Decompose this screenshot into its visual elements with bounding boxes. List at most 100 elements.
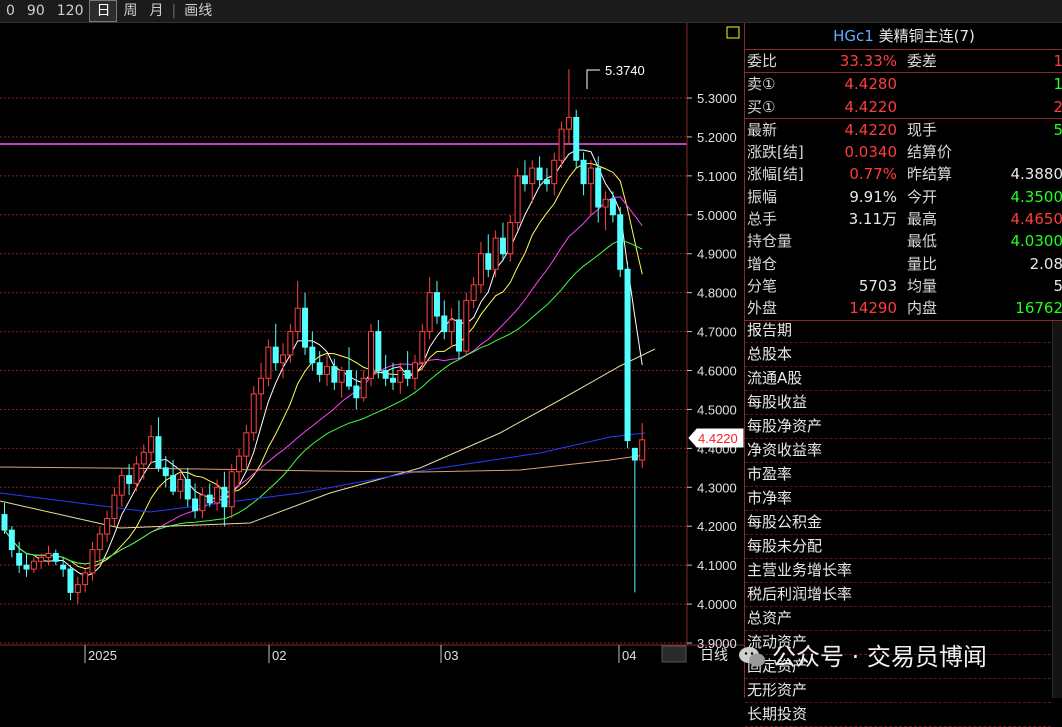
fundamental-item[interactable]: 市盈率 bbox=[745, 463, 1051, 487]
ma250-line bbox=[0, 455, 645, 472]
candle-body bbox=[544, 180, 549, 184]
fundamental-item[interactable]: 净资收益率 bbox=[745, 439, 1051, 463]
fundamental-item[interactable]: 总资产 bbox=[745, 607, 1051, 631]
daily-period-tab[interactable]: 日线 bbox=[700, 647, 728, 663]
scroll-left-button[interactable] bbox=[662, 646, 686, 662]
candle-body bbox=[361, 378, 366, 397]
candle-body bbox=[530, 168, 535, 184]
candle-body bbox=[97, 534, 102, 550]
date-label: 2025 bbox=[88, 648, 117, 663]
fundamental-item[interactable]: 流通A股 bbox=[745, 367, 1051, 391]
period-button-month[interactable]: 月 bbox=[143, 1, 169, 21]
candle-body bbox=[376, 332, 381, 371]
candle-body bbox=[383, 371, 388, 379]
candle-body bbox=[112, 495, 117, 518]
candle-body bbox=[156, 437, 161, 468]
period-button-90[interactable]: 90 bbox=[21, 1, 51, 21]
fundamental-item[interactable]: 税后利润增长率 bbox=[745, 583, 1051, 607]
kline-chart[interactable]: 5.30005.20005.10005.00004.90004.80004.70… bbox=[0, 23, 744, 698]
quote-row: 买①4.42202 bbox=[745, 96, 1062, 118]
candle-body bbox=[559, 129, 564, 160]
candle-body bbox=[46, 553, 51, 557]
candle-body bbox=[31, 561, 36, 569]
fundamental-item[interactable]: 无形资产 bbox=[745, 679, 1051, 703]
candle-body bbox=[178, 480, 183, 492]
period-button-day[interactable]: 日 bbox=[89, 0, 117, 22]
quote-value-2: 16762 bbox=[1015, 297, 1062, 319]
period-button-0[interactable]: 0 bbox=[0, 1, 21, 21]
quote-value: 0.0340 bbox=[845, 141, 898, 163]
fundamental-item[interactable]: 每股公积金 bbox=[745, 511, 1051, 535]
panel-scrollbar[interactable] bbox=[1052, 321, 1062, 698]
quote-label-2: 现手 bbox=[907, 119, 937, 141]
quote-label: 买① bbox=[747, 96, 775, 118]
candle-body bbox=[215, 487, 220, 503]
fundamental-item[interactable]: 总股本 bbox=[745, 343, 1051, 367]
candle-body bbox=[596, 168, 601, 207]
quote-value: 5703 bbox=[859, 275, 897, 297]
wechat-icon bbox=[738, 645, 766, 669]
quote-label-2: 结算价 bbox=[907, 141, 952, 163]
fundamental-item[interactable]: 每股收益 bbox=[745, 391, 1051, 415]
candle-body bbox=[405, 371, 410, 379]
chart-toolbar: 0 90 120 日 周 月 | 画线 bbox=[0, 0, 1062, 23]
quote-row: 外盘14290内盘16762 bbox=[745, 297, 1062, 319]
chart-settings-icon[interactable] bbox=[727, 27, 739, 38]
candle-body bbox=[486, 254, 491, 270]
quote-stats-section: 最新4.4220现手5涨跌[结]0.0340结算价涨幅[结]0.77%昨结算4.… bbox=[745, 119, 1062, 321]
candle-body bbox=[244, 433, 249, 456]
current-price-label: 4.4220 bbox=[698, 431, 738, 446]
candle-body bbox=[251, 394, 256, 433]
candle-body bbox=[537, 168, 542, 180]
quote-label: 卖① bbox=[747, 73, 775, 95]
candle-body bbox=[17, 553, 22, 565]
quote-row: 卖①4.42801 bbox=[745, 73, 1062, 95]
candle-body bbox=[493, 238, 498, 269]
price-label: 4.5000 bbox=[697, 402, 737, 417]
candle-body bbox=[464, 300, 469, 351]
candle-body bbox=[222, 487, 227, 506]
fundamental-item[interactable]: 主营业务增长率 bbox=[745, 559, 1051, 583]
period-button-week[interactable]: 周 bbox=[117, 1, 143, 21]
quote-row: 涨跌[结]0.0340结算价 bbox=[745, 141, 1062, 163]
high-annotation: 5.3740 bbox=[587, 63, 645, 89]
candle-body bbox=[237, 456, 242, 472]
candle-body bbox=[522, 176, 527, 184]
fundamental-item[interactable]: 报告期 bbox=[745, 319, 1051, 343]
watermark-text: 公众号 · 交易员博闻 bbox=[772, 640, 987, 674]
instrument-name: 美精铜主连(7) bbox=[879, 27, 975, 45]
ma120-line bbox=[0, 433, 645, 512]
candle-body bbox=[185, 480, 190, 499]
quote-value-2: 4.3500 bbox=[1011, 186, 1062, 208]
candle-body bbox=[53, 553, 58, 561]
candle-body bbox=[632, 448, 637, 460]
kline-chart-area[interactable]: 5.30005.20005.10005.00004.90004.80004.70… bbox=[0, 23, 744, 698]
quote-label: 增仓 bbox=[747, 253, 777, 275]
period-button-120[interactable]: 120 bbox=[51, 1, 90, 21]
candle-body bbox=[574, 117, 579, 160]
bid-ask-section: 卖①4.42801买①4.42202 bbox=[745, 73, 1062, 119]
fundamental-item[interactable]: 市净率 bbox=[745, 487, 1051, 511]
quote-label-2: 均量 bbox=[907, 275, 937, 297]
candle-body bbox=[273, 347, 278, 363]
candle-body bbox=[456, 320, 461, 351]
candle-body bbox=[9, 530, 14, 549]
quote-value: 4.4220 bbox=[845, 119, 898, 141]
candle-body bbox=[105, 518, 110, 534]
fundamental-item[interactable]: 每股未分配 bbox=[745, 535, 1051, 559]
candle-body bbox=[295, 308, 300, 331]
candle-body bbox=[471, 285, 476, 301]
quote-value: 14290 bbox=[849, 297, 897, 319]
candle-body bbox=[449, 320, 454, 332]
candle-body bbox=[68, 569, 73, 592]
candle-body bbox=[207, 495, 212, 503]
fundamental-item[interactable]: 每股净资产 bbox=[745, 415, 1051, 439]
candle-body bbox=[259, 378, 264, 394]
quote-label: 分笔 bbox=[747, 275, 777, 297]
draw-line-button[interactable]: 画线 bbox=[178, 1, 218, 21]
instrument-title: HGc1 美精铜主连(7) bbox=[745, 23, 1062, 50]
quote-label-2: 昨结算 bbox=[907, 163, 952, 185]
fundamental-item[interactable]: 长期投资 bbox=[745, 703, 1051, 727]
quote-value: 3.11万 bbox=[849, 208, 897, 230]
candle-body bbox=[281, 355, 286, 363]
